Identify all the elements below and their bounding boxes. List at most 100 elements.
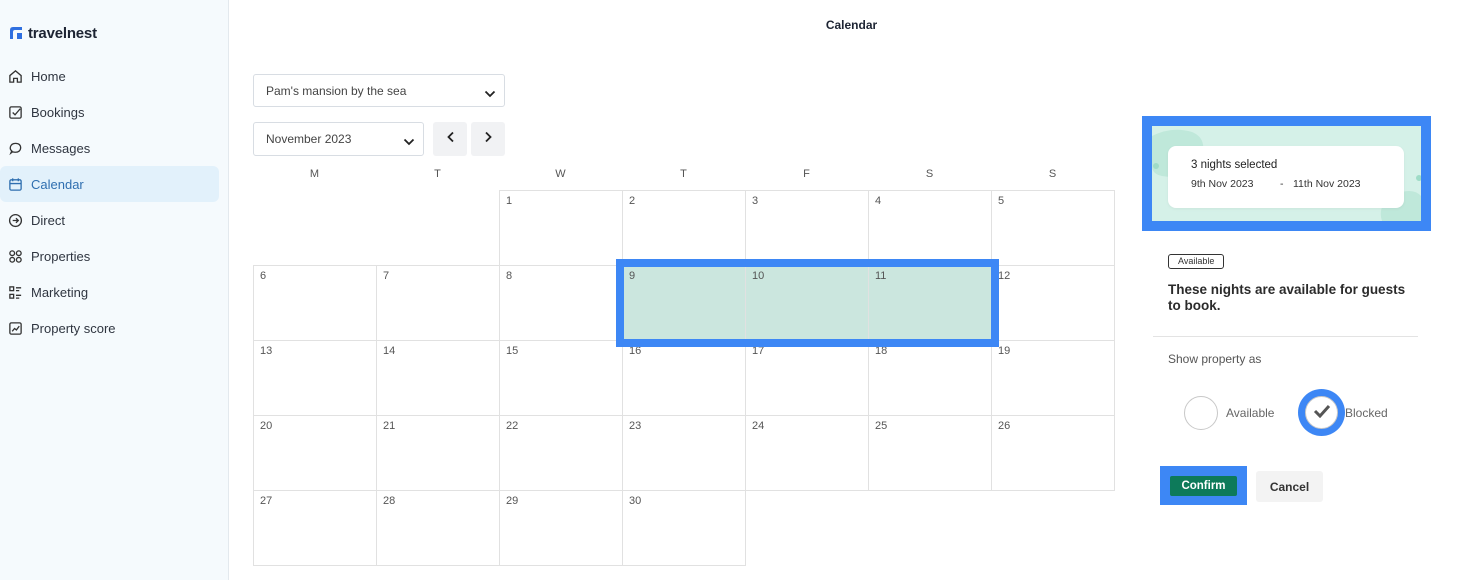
confirm-button[interactable]: Confirm — [1170, 476, 1237, 496]
weekday-label: M — [309, 168, 320, 180]
availability-message: These nights are available for guests to… — [1168, 282, 1406, 313]
sidebar-item-home[interactable]: Home — [0, 58, 219, 94]
calendar-day-number: 22 — [506, 420, 519, 432]
calendar-day-cell[interactable]: 11 — [868, 265, 992, 341]
divider — [1153, 336, 1418, 337]
calendar-icon — [8, 177, 23, 192]
brand-name: travelnest — [28, 24, 97, 42]
sidebar-item-bookings[interactable]: Bookings — [0, 94, 219, 130]
blocked-radio-inner — [1305, 396, 1338, 429]
calendar-day-number: 19 — [998, 345, 1011, 357]
home-icon — [8, 69, 23, 84]
calendar-day-number: 10 — [752, 270, 765, 282]
calendar-day-number: 11 — [875, 270, 887, 282]
sidebar-item-label: Home — [31, 68, 66, 84]
sidebar-item-label: Messages — [31, 140, 91, 156]
month-select[interactable]: November 2023 — [253, 122, 424, 156]
calendar-day-cell[interactable]: 7 — [376, 265, 500, 341]
calendar-day-number: 25 — [875, 420, 888, 432]
show-property-as-label: Show property as — [1168, 352, 1262, 366]
logo[interactable]: travelnest — [9, 22, 97, 44]
weekday-label: T — [434, 168, 441, 180]
calendar-day-cell[interactable]: 26 — [991, 415, 1115, 491]
cancel-button[interactable]: Cancel — [1256, 471, 1323, 502]
blocked-radio[interactable] — [1298, 389, 1345, 436]
sidebar-item-label: Direct — [31, 212, 65, 228]
weekday-label: S — [925, 168, 934, 180]
grid-icon — [8, 249, 23, 264]
end-date: 11th Nov 2023 — [1293, 178, 1361, 190]
calendar-day-cell[interactable]: 18 — [868, 340, 992, 416]
sidebar-item-label: Bookings — [31, 104, 85, 120]
calendar-day-cell[interactable]: 25 — [868, 415, 992, 491]
previous-month-button[interactable] — [433, 122, 467, 156]
calendar-day-number: 30 — [629, 495, 642, 507]
calendar-day-cell[interactable]: 16 — [622, 340, 746, 416]
selection-summary-banner: 3 nights selected 9th Nov 2023 - 11th No… — [1152, 126, 1421, 221]
calendar-day-cell[interactable]: 29 — [499, 490, 623, 566]
calendar-day-number: 5 — [998, 195, 1005, 207]
calendar-day-cell[interactable]: 10 — [745, 265, 869, 341]
calendar-day-number: 15 — [506, 345, 519, 357]
calendar-day-cell[interactable]: 6 — [253, 265, 377, 341]
calendar-day-cell[interactable]: 28 — [376, 490, 500, 566]
sidebar-item-direct[interactable]: Direct — [0, 202, 219, 238]
calendar-grid: 1 2 3 4 5 6 7 8 9 10 11 12 13 14 15 16 17 18 19 20 21 22 23 24 2… — [253, 190, 1115, 566]
calendar-day-number: 9 — [629, 270, 636, 282]
sidebar-item-label: Properties — [31, 248, 91, 264]
available-radio-option[interactable]: Available — [1184, 396, 1274, 430]
calendar-day-number: 1 — [506, 195, 513, 207]
calendar-day-number: 26 — [998, 420, 1011, 432]
calendar-day-number: 3 — [752, 195, 759, 207]
calendar-day-cell[interactable]: 15 — [499, 340, 623, 416]
calendar-day-cell[interactable]: 12 — [991, 265, 1115, 341]
calendar-day-number: 18 — [875, 345, 888, 357]
calendar-day-number: 28 — [383, 495, 396, 507]
calendar-day-cell[interactable]: 30 — [622, 490, 746, 566]
sidebar-item-messages[interactable]: Messages — [0, 130, 219, 166]
chevron-right-icon — [484, 130, 493, 148]
calendar-day-cell[interactable]: 9 — [622, 265, 746, 341]
weekday-label: F — [803, 168, 810, 180]
month-select-value: November 2023 — [266, 132, 352, 146]
calendar-day-cell[interactable]: 22 — [499, 415, 623, 491]
available-radio[interactable] — [1184, 396, 1218, 430]
status-badge: Available — [1168, 254, 1225, 269]
calendar-day-number: 17 — [752, 345, 765, 357]
calendar-day-cell[interactable]: 20 — [253, 415, 377, 491]
calendar-day-cell[interactable]: 5 — [991, 190, 1115, 266]
next-month-button[interactable] — [471, 122, 505, 156]
calendar-day-number: 24 — [752, 420, 765, 432]
calendar-day-cell[interactable]: 8 — [499, 265, 623, 341]
calendar-day-cell[interactable]: 21 — [376, 415, 500, 491]
calendar-day-cell[interactable]: 13 — [253, 340, 377, 416]
arrow-circle-icon — [8, 213, 23, 228]
sidebar-item-calendar[interactable]: Calendar — [0, 166, 219, 202]
calendar-day-cell[interactable]: 19 — [991, 340, 1115, 416]
calendar-day-number: 7 — [383, 270, 390, 282]
calendar-day-cell[interactable]: 27 — [253, 490, 377, 566]
selection-summary-card: 3 nights selected 9th Nov 2023 - 11th No… — [1168, 146, 1404, 208]
page-title: Calendar — [825, 18, 878, 32]
calendar-day-number: 2 — [629, 195, 636, 207]
calendar-day-cell[interactable]: 2 — [622, 190, 746, 266]
weekday-label: T — [680, 168, 687, 180]
calendar-day-cell[interactable]: 17 — [745, 340, 869, 416]
calendar-day-number: 23 — [629, 420, 642, 432]
start-date: 9th Nov 2023 — [1191, 178, 1254, 190]
sidebar-item-property-score[interactable]: Property score — [0, 310, 219, 346]
calendar-day-cell[interactable]: 14 — [376, 340, 500, 416]
property-select[interactable]: Pam's mansion by the sea — [253, 74, 505, 107]
calendar-day-cell[interactable]: 3 — [745, 190, 869, 266]
sidebar-item-marketing[interactable]: Marketing — [0, 274, 219, 310]
calendar-day-cell[interactable]: 23 — [622, 415, 746, 491]
calendar-day-number: 8 — [506, 270, 513, 282]
sidebar-item-label: Marketing — [31, 284, 89, 300]
app-root: travelnest Home Bookings Messages Calend… — [0, 0, 1474, 580]
chart-icon — [8, 321, 23, 336]
blocked-radio-option[interactable]: Blocked — [1298, 389, 1388, 436]
calendar-day-cell[interactable]: 1 — [499, 190, 623, 266]
sidebar-item-properties[interactable]: Properties — [0, 238, 219, 274]
calendar-day-cell[interactable]: 4 — [868, 190, 992, 266]
calendar-day-cell[interactable]: 24 — [745, 415, 869, 491]
